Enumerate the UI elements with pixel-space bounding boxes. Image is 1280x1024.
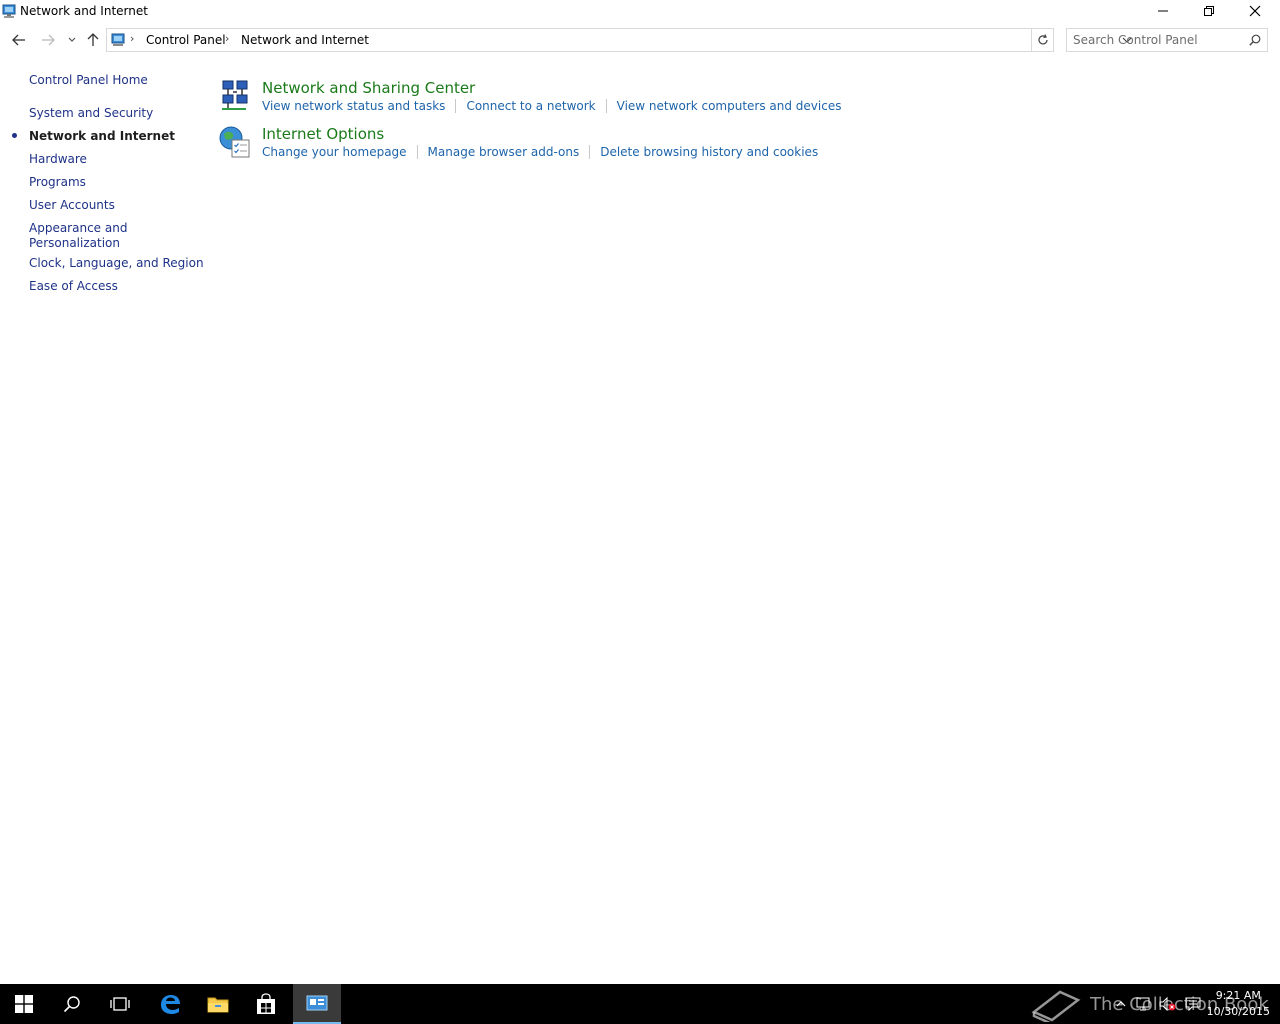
- start-button[interactable]: [0, 984, 48, 1024]
- internet-options-link[interactable]: Internet Options: [262, 125, 384, 143]
- link-divider: [605, 99, 607, 113]
- network-sharing-icon[interactable]: [218, 79, 251, 113]
- taskbar: The Collection Book 9:21 AM 10/30/2015: [0, 984, 1280, 1024]
- store-icon: [257, 993, 275, 1014]
- breadcrumb-network-and-internet[interactable]: Network and Internet: [241, 33, 369, 47]
- minimize-button[interactable]: [1140, 0, 1186, 22]
- system-clock[interactable]: 9:21 AM 10/30/2015: [1207, 988, 1270, 1020]
- taskbar-search-button[interactable]: [48, 984, 96, 1024]
- breadcrumb-chevron-icon[interactable]: ›: [360, 32, 364, 45]
- network-tray-icon[interactable]: [1134, 984, 1154, 1024]
- book-icon: [1031, 990, 1081, 1022]
- window-title: Network and Internet: [20, 4, 148, 18]
- search-icon: [63, 996, 80, 1013]
- up-button[interactable]: [83, 30, 103, 50]
- folder-icon: [207, 997, 229, 1013]
- network-and-sharing-center-tasks: View network status and tasks Connect to…: [262, 99, 841, 113]
- file-explorer-button[interactable]: [194, 984, 242, 1024]
- control-panel-icon: [110, 32, 126, 48]
- windows-logo-icon: [15, 995, 33, 1013]
- view-network-computers-link[interactable]: View network computers and devices: [617, 99, 842, 113]
- search-icon[interactable]: [1249, 34, 1261, 49]
- sidebar-item-appearance-and-personalization[interactable]: Appearance and Personalization: [29, 221, 139, 251]
- connect-to-network-link[interactable]: Connect to a network: [466, 99, 595, 113]
- edge-icon: [161, 995, 180, 1014]
- navigation-bar: › Control Panel › Network and Internet ›: [0, 26, 1280, 54]
- search-box[interactable]: [1066, 28, 1268, 52]
- volume-muted-icon[interactable]: [1158, 984, 1178, 1024]
- task-view-button[interactable]: [96, 984, 144, 1024]
- current-location-bullet: [12, 133, 17, 138]
- sidebar-item-network-and-internet[interactable]: Network and Internet: [29, 129, 175, 144]
- close-button[interactable]: [1232, 0, 1278, 22]
- control-panel-icon: [1, 3, 17, 19]
- back-button[interactable]: [9, 30, 29, 50]
- internet-options-icon[interactable]: [218, 125, 251, 159]
- clock-date: 10/30/2015: [1206, 1005, 1270, 1018]
- chevron-up-icon: [1116, 1001, 1126, 1007]
- breadcrumb-control-panel[interactable]: Control Panel: [146, 33, 226, 47]
- sidebar-item-clock-language-region[interactable]: Clock, Language, and Region: [29, 256, 204, 271]
- control-panel-taskbar-button[interactable]: [293, 984, 341, 1024]
- search-input[interactable]: [1073, 32, 1243, 48]
- title-bar[interactable]: Network and Internet: [0, 0, 1280, 24]
- internet-options-tasks: Change your homepage Manage browser add-…: [262, 145, 818, 159]
- sidebar-item-ease-of-access[interactable]: Ease of Access: [29, 279, 118, 294]
- sidebar-item-user-accounts[interactable]: User Accounts: [29, 198, 115, 213]
- sidebar-item-programs[interactable]: Programs: [29, 175, 86, 190]
- control-panel-home-link[interactable]: Control Panel Home: [29, 73, 148, 88]
- clock-time: 9:21 AM: [1215, 989, 1261, 1002]
- view-network-status-link[interactable]: View network status and tasks: [262, 99, 445, 113]
- task-view-icon: [110, 997, 130, 1011]
- sidebar-item-hardware[interactable]: Hardware: [29, 152, 87, 167]
- store-button[interactable]: [242, 984, 290, 1024]
- address-bar[interactable]: › Control Panel › Network and Internet ›: [106, 28, 1132, 52]
- link-divider: [589, 145, 591, 159]
- action-center-icon[interactable]: [1182, 984, 1204, 1024]
- recent-locations-chevron-icon[interactable]: [62, 30, 82, 50]
- manage-browser-addons-link[interactable]: Manage browser add-ons: [428, 145, 580, 159]
- link-divider: [455, 99, 457, 113]
- control-panel-icon: [306, 995, 328, 1011]
- sidebar-item-system-and-security[interactable]: System and Security: [29, 106, 153, 121]
- edge-browser-button[interactable]: [146, 984, 194, 1024]
- network-and-sharing-center-link[interactable]: Network and Sharing Center: [262, 79, 475, 97]
- forward-button[interactable]: [38, 30, 58, 50]
- control-panel-window: Network and Internet › Control Panel › N…: [0, 0, 1280, 984]
- link-divider: [416, 145, 418, 159]
- show-hidden-icons-button[interactable]: [1112, 984, 1130, 1024]
- breadcrumb-chevron-icon[interactable]: ›: [225, 32, 229, 45]
- restore-button[interactable]: [1186, 0, 1232, 22]
- change-homepage-link[interactable]: Change your homepage: [262, 145, 407, 159]
- delete-browsing-history-link[interactable]: Delete browsing history and cookies: [600, 145, 818, 159]
- refresh-button[interactable]: [1032, 28, 1054, 52]
- breadcrumb-chevron-icon[interactable]: ›: [130, 32, 134, 45]
